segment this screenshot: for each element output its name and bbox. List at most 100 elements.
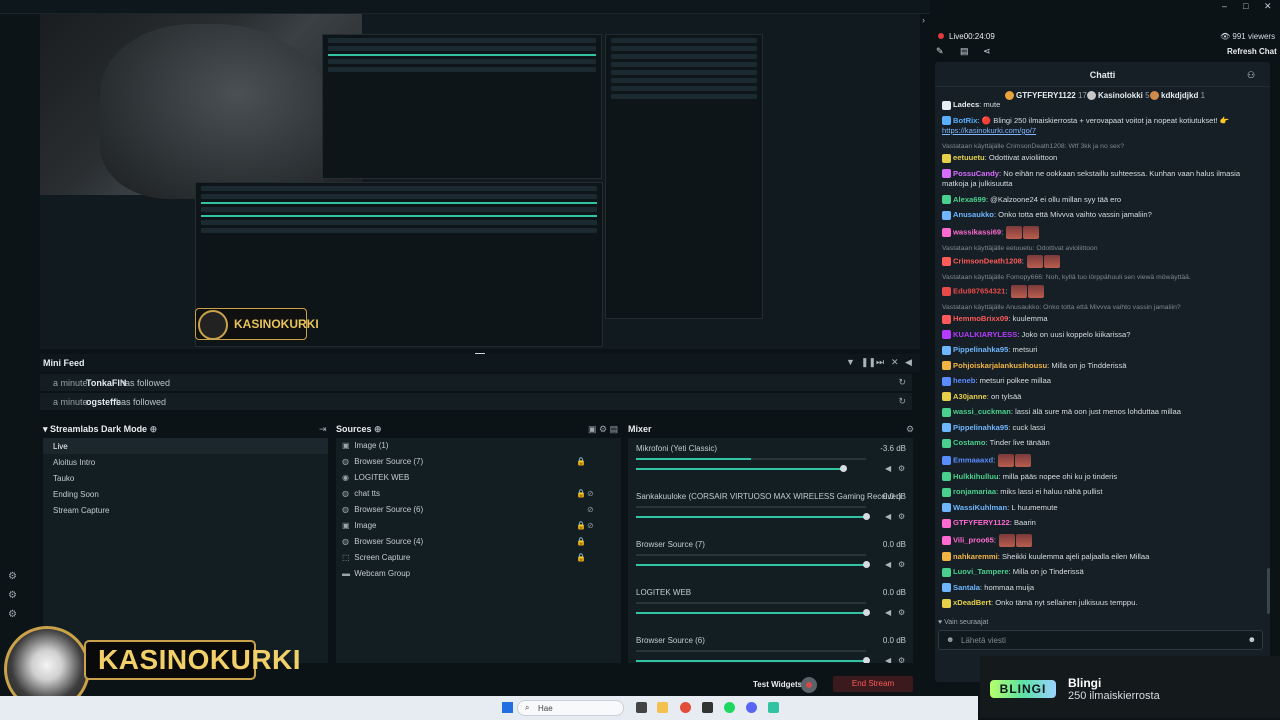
chat-username[interactable]: Alexa699 [953,195,986,204]
chat-username[interactable]: Costamo [953,438,986,447]
gear-icon[interactable]: ⚙ [898,608,905,617]
volume-slider[interactable] [636,564,867,566]
volume-slider[interactable] [636,660,867,662]
volume-knob[interactable] [863,609,871,616]
lock-icon[interactable]: 🔒 [576,553,586,562]
chat-username[interactable]: Hulkkihulluu [953,472,999,481]
emote-picker-icon[interactable]: ☻ [946,635,954,644]
scene-transition-icon[interactable]: ⇥ [319,424,327,435]
chat-username[interactable]: wassi_cuckman [953,407,1011,416]
scene-item[interactable]: Stream Capture [43,502,328,518]
lock-icon[interactable]: 🔒 [576,457,586,466]
close-button[interactable]: ✕ [1264,1,1272,12]
chat-username[interactable]: ronjamariaa [953,487,996,496]
source-item[interactable]: ◍ Browser Source (6) ⊘ [336,502,621,518]
settings-icon[interactable]: ⚙ [8,590,17,601]
speaker-icon[interactable]: ◀ [885,560,891,569]
hidden-icon[interactable]: ⊘ [587,521,594,530]
speaker-icon[interactable]: ◀ [885,512,891,521]
chat-username[interactable]: Pippelinahka95 [953,345,1008,354]
volume-knob[interactable] [863,561,871,568]
file-explorer-icon[interactable] [657,702,668,713]
chat-username[interactable]: Anusaukko [953,210,994,219]
chat-username[interactable]: GTFYFERY1122 [953,518,1010,527]
chat-username[interactable]: KUALKIARYLESS [953,330,1017,339]
record-button[interactable] [801,677,817,693]
chat-link[interactable]: https://kasinokurki.com/go/7 [942,126,1036,135]
collapse-chat-icon[interactable]: › [922,15,925,25]
minimize-button[interactable]: – [1222,1,1227,11]
speaker-icon[interactable]: ◀ [885,608,891,617]
chat-username[interactable]: CrimsonDeath1208 [953,257,1022,266]
scene-item[interactable]: Ending Soon [43,486,328,502]
chat-username[interactable]: Santala [953,583,980,592]
source-item[interactable]: ⬚ Screen Capture 🔒 [336,550,621,566]
chat-input[interactable]: ☻ Lähetä viesti ☻ [938,630,1263,650]
send-icon[interactable]: ☻ [1248,635,1256,644]
source-item[interactable]: ◉ LOGITEK WEB [336,470,621,486]
chat-scrollbar[interactable] [1267,568,1270,614]
test-widgets-button[interactable]: Test Widgets [753,680,802,689]
source-item[interactable]: ▬ Webcam Group [336,566,621,582]
chat-username[interactable]: Edu987654321 [953,286,1005,295]
lock-icon[interactable]: 🔒 [576,537,586,546]
chat-username[interactable]: Vili_proo65 [953,535,994,544]
chat-username[interactable]: A30janne [953,392,987,401]
popout-icon[interactable]: ▤ [960,46,969,57]
mute-icon[interactable]: ✕ [891,357,899,368]
scenes-title[interactable]: ▾ Streamlabs Dark Mode ⊕ [43,424,157,435]
source-item[interactable]: ▣ Image 🔒 ⊘ [336,518,621,534]
streamlabs-icon[interactable] [768,702,779,713]
scene-item[interactable]: Tauko [43,470,328,486]
volume-slider[interactable] [636,612,867,614]
lock-icon[interactable]: 🔒 [576,489,586,498]
speaker-icon[interactable]: ◀ [885,656,891,663]
windows-start-icon[interactable] [502,702,513,713]
volume-knob[interactable] [863,513,871,520]
refresh-chat-button[interactable]: Refresh Chat [1227,47,1277,56]
app-icon[interactable] [702,702,713,713]
chat-username[interactable]: Pohjoiskarjalankusihousu [953,361,1047,370]
gear-icon[interactable]: ⚙ [898,512,905,521]
chat-username[interactable]: eetuuetu [953,153,985,162]
chat-username[interactable]: PossuCandy [953,169,999,178]
edit-icon[interactable]: ✎ [936,46,944,57]
speaker-icon[interactable]: ◀ [885,464,891,473]
browser-icon[interactable] [680,702,691,713]
source-item[interactable]: ◍ Browser Source (4) 🔒 [336,534,621,550]
skip-icon[interactable]: ⏭ [876,357,884,368]
volume-knob[interactable] [863,657,871,663]
pause-icon[interactable]: ❚❚ [861,357,876,368]
repeat-alert-icon[interactable]: ↻ [898,396,906,407]
gear-icon[interactable]: ⚙ [898,560,905,569]
hidden-icon[interactable]: ⊘ [587,505,594,514]
volume-knob[interactable] [839,465,847,472]
discord-icon[interactable] [746,702,757,713]
end-stream-button[interactable]: End Stream [833,676,913,692]
mixer-settings-icon[interactable]: ⚙ [906,424,914,435]
share-icon[interactable]: ⋖ [983,46,991,57]
chat-username[interactable]: WassiKuhlman [953,503,1007,512]
chat-username[interactable]: wassikassi69 [953,227,1001,236]
chat-username[interactable]: Emmaaaxd [953,455,993,464]
volume-slider[interactable] [636,516,867,518]
gear-icon[interactable]: ⚙ [898,656,905,663]
task-view-icon[interactable] [636,702,647,713]
lock-icon[interactable]: 🔒 [576,521,586,530]
scene-item[interactable]: Aloitus Intro [43,454,328,470]
tools-icon[interactable]: ⚙ [8,609,17,620]
sources-toolbar-icons[interactable]: ▣ ⚙ ▤ [588,424,618,435]
source-item[interactable]: ◍ Browser Source (7) 🔒 [336,454,621,470]
repeat-alert-icon[interactable]: ↻ [898,377,906,388]
studio-mode-icon[interactable]: ⚙ [8,571,17,582]
chat-username[interactable]: BotRix [953,116,977,125]
scene-item[interactable]: Live [43,438,328,454]
spotify-icon[interactable] [724,702,735,713]
chat-username[interactable]: Ladecs [953,100,979,109]
chat-username[interactable]: Pippelinahka95 [953,423,1008,432]
volume-slider[interactable] [636,468,843,470]
chat-username[interactable]: Luovi_Tampere [953,567,1009,576]
taskbar-search[interactable]: ⌕ Hae [517,700,624,716]
chat-username[interactable]: HemmoBrixx09 [953,314,1008,323]
source-item[interactable]: ▣ Image (1) [336,438,621,454]
